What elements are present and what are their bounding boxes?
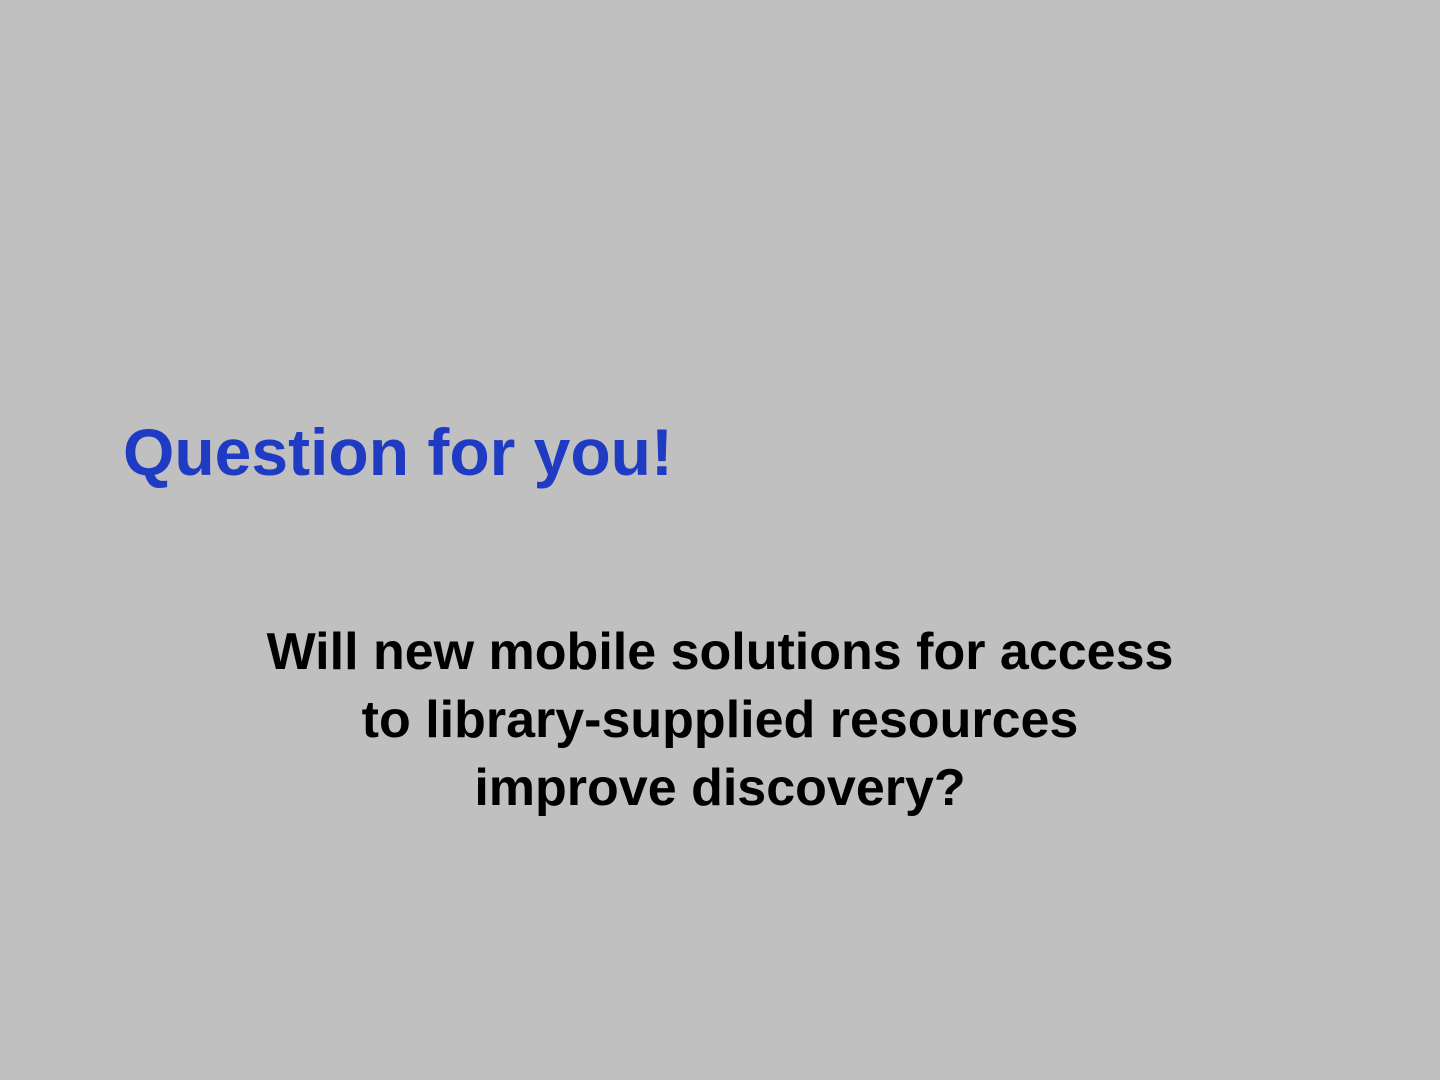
question-text: Will new mobile solutions for access to … xyxy=(120,618,1320,822)
question-line: improve discovery? xyxy=(474,759,966,817)
slide-title: Question for you! xyxy=(123,415,673,489)
question-line: Will new mobile solutions for access xyxy=(266,623,1174,681)
question-line: to library-supplied resources xyxy=(361,691,1079,749)
slide: Question for you! Will new mobile soluti… xyxy=(0,0,1440,1080)
